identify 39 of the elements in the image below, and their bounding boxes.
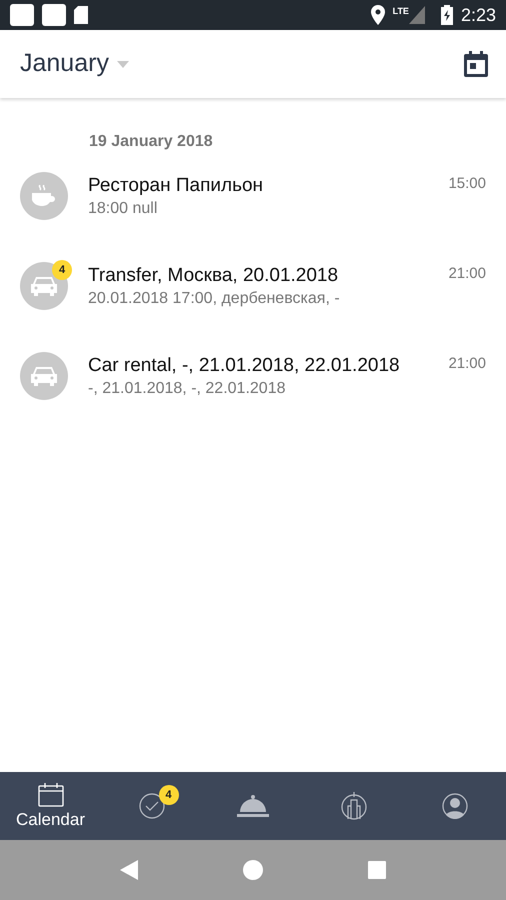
event-title: Ресторан Папильон [88, 174, 264, 198]
event-details: 20.01.2018 17:00, дербеневская, - [88, 289, 341, 309]
car-icon [31, 276, 57, 296]
event-title: Car rental, -, 21.01.2018, 22.01.2018 [88, 354, 401, 378]
nav-tab[interactable]: 4 [101, 772, 202, 840]
back-button[interactable] [120, 858, 138, 882]
recents-button[interactable] [368, 858, 386, 882]
month-dropdown[interactable]: January [20, 45, 129, 83]
event-details: -, 21.01.2018, -, 22.01.2018 [88, 379, 286, 399]
location-icon [370, 5, 385, 25]
event-row[interactable]: Ресторан Папильон 18:00 null 15:00 [0, 170, 506, 260]
event-row[interactable]: 4 Transfer, Москва, 20.01.2018 20.01.2018 17:00, дербеневская, - 21:00 [0, 260, 506, 350]
skyscraper-globe-icon [340, 792, 366, 820]
count-badge: 4 [158, 785, 178, 805]
notification-icon [10, 4, 34, 26]
count-badge: 4 [52, 260, 72, 280]
calendar-button[interactable] [464, 51, 488, 77]
caret-icon [116, 60, 129, 68]
event-details: 18:00 null [88, 199, 158, 219]
signal-icon [408, 6, 425, 24]
date-heading: 19 January 2018 [89, 133, 213, 150]
event-time: 15:00 [448, 174, 486, 194]
battery-charging-icon [440, 5, 453, 25]
clock-time: 2:23 [460, 4, 496, 26]
event-row[interactable]: Car rental, -, 21.01.2018, 22.01.2018 -, 21.01.2018, -, 22.01.2018 21:00 [0, 350, 506, 440]
event-title: Transfer, Москва, 20.01.2018 [88, 264, 340, 288]
nav-tab[interactable]: Calendar [0, 772, 101, 840]
car-icon [31, 366, 57, 386]
event-time: 21:00 [448, 354, 486, 374]
service-bell-icon [236, 794, 268, 818]
checkmark-circle-icon [138, 793, 164, 819]
event-time: 21:00 [448, 264, 486, 284]
sd-card-icon [74, 6, 88, 24]
home-button[interactable] [243, 858, 263, 882]
cup-icon [31, 185, 57, 207]
notification-icon [42, 4, 66, 26]
calendar-icon [38, 783, 64, 807]
network-type: LTE [392, 5, 409, 18]
profile-icon [442, 793, 468, 819]
